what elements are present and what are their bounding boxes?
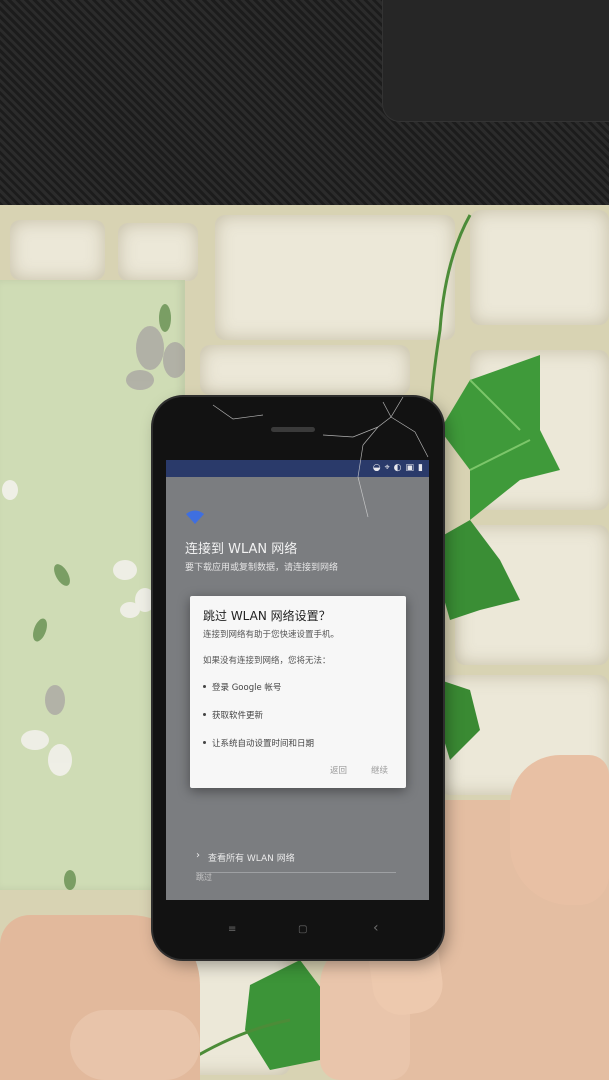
right-middle-finger (510, 755, 609, 905)
smartphone: ◒ ⌖ ◐ ▣ ▮ 连接到 WLAN 网络 要下载应用或复制数据，请连接到网络 … (153, 397, 443, 959)
left-thumb (70, 1010, 200, 1080)
screen-crack (212, 397, 429, 518)
photo-scene: ◒ ⌖ ◐ ▣ ▮ 连接到 WLAN 网络 要下载应用或复制数据，请连接到网络 … (0, 0, 609, 1080)
